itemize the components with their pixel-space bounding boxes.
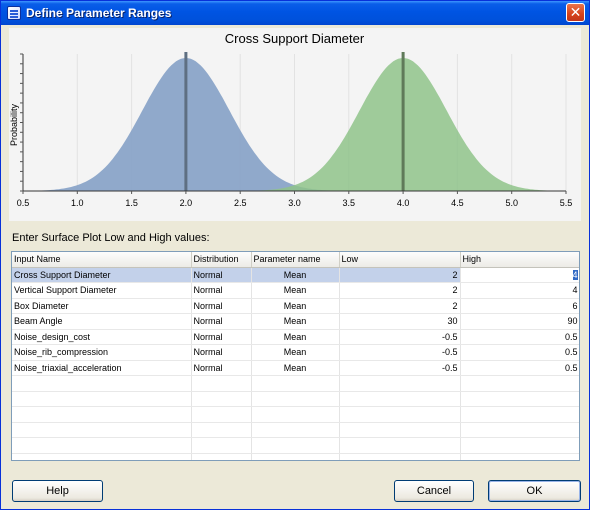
empty-row [12,406,579,423]
cell-parameter-name[interactable]: Mean [251,282,340,299]
x-tick-label: 3.0 [288,198,301,208]
cell-high[interactable]: 6 [460,298,579,314]
close-button[interactable]: ✕ [566,3,585,22]
cell-distribution[interactable]: Normal [191,298,252,314]
cell-input-name[interactable]: Noise_design_cost [12,329,192,345]
cell-high-editing[interactable]: 4 [459,266,579,283]
x-tick-label: 5.5 [560,198,573,208]
table-row[interactable]: Vertical Support Diameter Normal Mean 2 … [12,282,579,299]
column-header-input-name[interactable]: Input Name [12,252,192,268]
column-header-distribution[interactable]: Distribution [191,252,252,268]
cell-parameter-name[interactable]: Mean [251,313,340,330]
empty-row [12,422,579,438]
define-parameter-ranges-dialog: Define Parameter Ranges ✕ Cross Support … [0,0,590,510]
cell-parameter-name[interactable]: Mean [251,344,340,361]
cell-high[interactable]: 0.5 [460,329,579,345]
cell-input-name[interactable]: Cross Support Diameter [12,267,192,283]
chart-title: Cross Support Diameter [225,31,365,46]
x-tick-label: 4.0 [397,198,410,208]
cell-low[interactable]: -0.5 [339,329,461,345]
column-header-high[interactable]: High [460,252,579,268]
table-row[interactable]: Noise_triaxial_acceleration Normal Mean … [12,360,579,376]
ok-button[interactable]: OK [488,480,581,502]
cell-input-name[interactable]: Beam Angle [12,313,192,330]
column-header-parameter-name[interactable]: Parameter name [251,252,340,268]
grid-header-row: Input Name Distribution Parameter name L… [12,252,579,268]
empty-row [12,453,579,460]
cell-low[interactable]: 2 [339,298,461,314]
cell-distribution[interactable]: Normal [191,329,252,345]
cell-low[interactable]: 2 [339,282,461,299]
distribution-chart: Cross Support Diameter Probability 0.5 1.0 1… [9,28,581,221]
cell-input-name[interactable]: Noise_rib_compression [12,344,192,361]
table-row[interactable]: Noise_rib_compression Normal Mean -0.5 0… [12,344,579,361]
cell-distribution[interactable]: Normal [191,344,252,361]
cell-parameter-name[interactable]: Mean [251,298,340,314]
surface-plot-prompt: Enter Surface Plot Low and High values: [12,232,210,244]
cell-distribution[interactable]: Normal [191,267,252,283]
cell-high[interactable]: 0.5 [460,360,579,376]
cell-distribution[interactable]: Normal [191,282,252,299]
parameter-table: Input Name Distribution Parameter name L… [12,252,579,460]
column-header-low[interactable]: Low [339,252,461,268]
parameter-grid[interactable]: Input Name Distribution Parameter name L… [11,251,580,461]
cell-low[interactable]: 30 [339,313,461,330]
x-tick-label: 1.0 [71,198,84,208]
cell-high[interactable]: 90 [460,313,579,330]
cell-input-name[interactable]: Vertical Support Diameter [12,282,192,299]
title-bar[interactable]: Define Parameter Ranges ✕ [1,1,589,25]
empty-row [12,437,579,454]
table-row[interactable]: Beam Angle Normal Mean 30 90 [12,313,579,330]
empty-row [12,391,579,407]
x-tick-label: 4.5 [451,198,464,208]
table-row[interactable]: Noise_design_cost Normal Mean -0.5 0.5 [12,329,579,345]
x-tick-label: 5.0 [505,198,518,208]
cell-parameter-name[interactable]: Mean [251,267,340,283]
empty-row [12,375,579,392]
y-axis-label: Probability [9,103,19,146]
cell-high[interactable]: 4 [460,282,579,299]
cell-parameter-name[interactable]: Mean [251,329,340,345]
table-row[interactable]: Cross Support Diameter Normal Mean 2 4 [12,266,579,283]
cell-distribution[interactable]: Normal [191,313,252,330]
table-row[interactable]: Box Diameter Normal Mean 2 6 [12,298,579,314]
x-tick-label: 0.5 [17,198,30,208]
cell-distribution[interactable]: Normal [191,360,252,376]
x-tick-label: 2.5 [234,198,247,208]
window-title: Define Parameter Ranges [26,6,172,20]
cell-input-name[interactable]: Noise_triaxial_acceleration [12,360,192,376]
x-tick-label: 2.0 [180,198,193,208]
help-button[interactable]: Help [12,480,103,502]
cell-parameter-name[interactable]: Mean [251,360,340,376]
cell-input-name[interactable]: Box Diameter [12,298,192,314]
cancel-button[interactable]: Cancel [394,480,474,502]
chart-svg: Cross Support Diameter Probability 0.5 1.0 1… [9,31,573,208]
cell-low[interactable]: 2 [339,267,461,283]
cell-low[interactable]: -0.5 [339,360,461,376]
text-cursor: 4 [572,270,578,281]
x-tick-label: 1.5 [125,198,138,208]
x-tick-label: 3.5 [343,198,356,208]
cell-low[interactable]: -0.5 [339,344,461,361]
cell-high[interactable]: 0.5 [460,344,579,361]
app-icon [7,6,21,20]
